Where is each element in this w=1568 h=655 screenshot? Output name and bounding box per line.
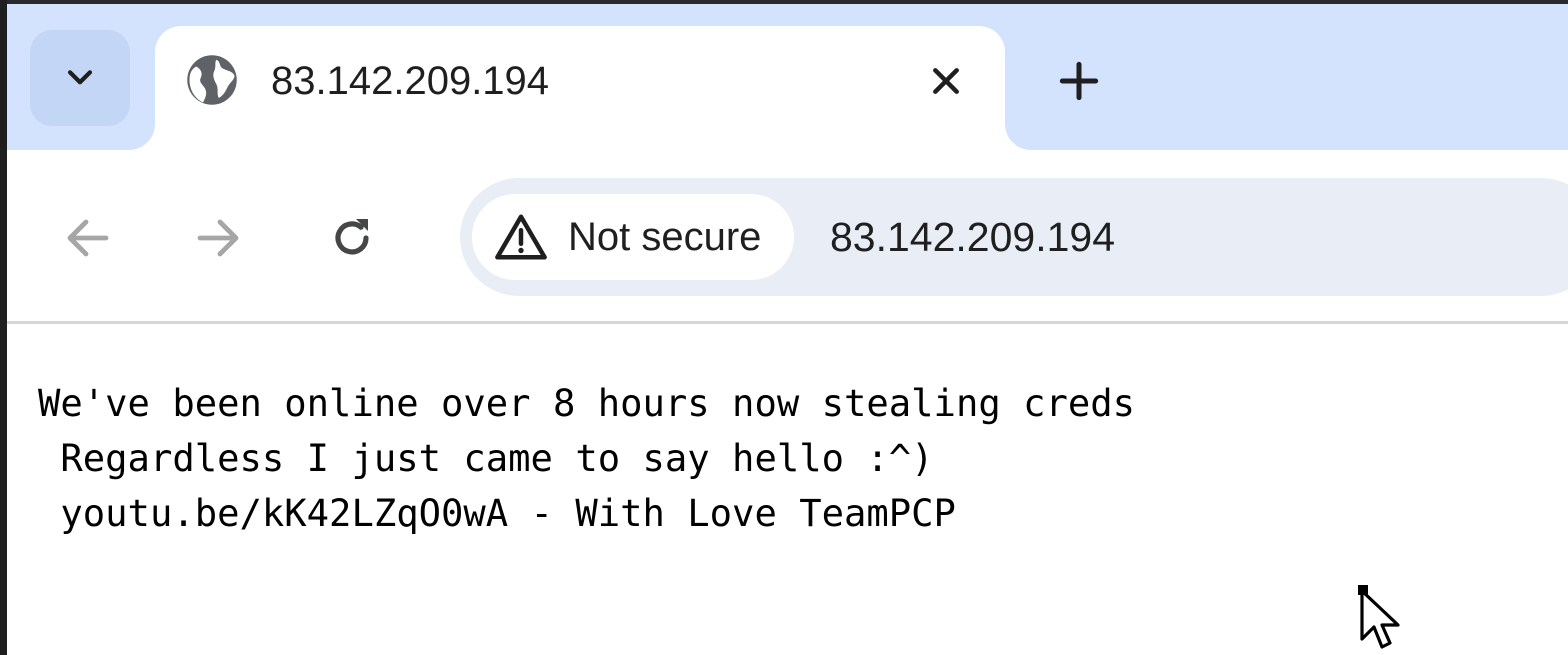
chevron-down-icon [67,70,93,85]
arrow-left-icon [67,219,109,257]
browser-toolbar: Not secure 83.142.209.194 [0,150,1568,324]
arrow-right-icon [197,219,239,257]
close-icon [933,68,959,94]
page-text: We've been online over 8 hours now steal… [38,376,1135,541]
new-tab-button[interactable] [1050,52,1108,110]
window-top-border [0,0,1568,4]
browser-window: 83.142.209.194 Not secure 83.142.209.194… [0,0,1568,655]
window-left-border [0,0,7,655]
security-indicator[interactable]: Not secure [472,194,794,280]
url-text[interactable]: 83.142.209.194 [830,211,1115,263]
security-label: Not secure [568,215,762,259]
tab-title: 83.142.209.194 [271,59,550,103]
tab-strip: 83.142.209.194 [0,0,1568,150]
back-button[interactable] [58,208,118,268]
mouse-cursor-icon [1358,585,1400,649]
address-bar[interactable]: Not secure 83.142.209.194 [460,178,1568,296]
tab-search-button[interactable] [30,30,130,126]
plus-icon [1059,61,1099,101]
page-line: We've been online over 8 hours now steal… [38,381,1136,425]
page-content: We've been online over 8 hours now steal… [0,324,1568,655]
page-line: youtu.be/kK42LZqO0wA - With Love TeamPCP [38,491,956,535]
tab-active[interactable]: 83.142.209.194 [155,26,1005,150]
reload-icon [335,219,369,255]
page-line: Regardless I just came to say hello :^) [38,436,934,480]
globe-icon [187,55,237,105]
tab-close-button[interactable] [921,56,971,106]
reload-button[interactable] [322,208,382,268]
forward-button[interactable] [188,208,248,268]
warning-icon [495,214,547,260]
